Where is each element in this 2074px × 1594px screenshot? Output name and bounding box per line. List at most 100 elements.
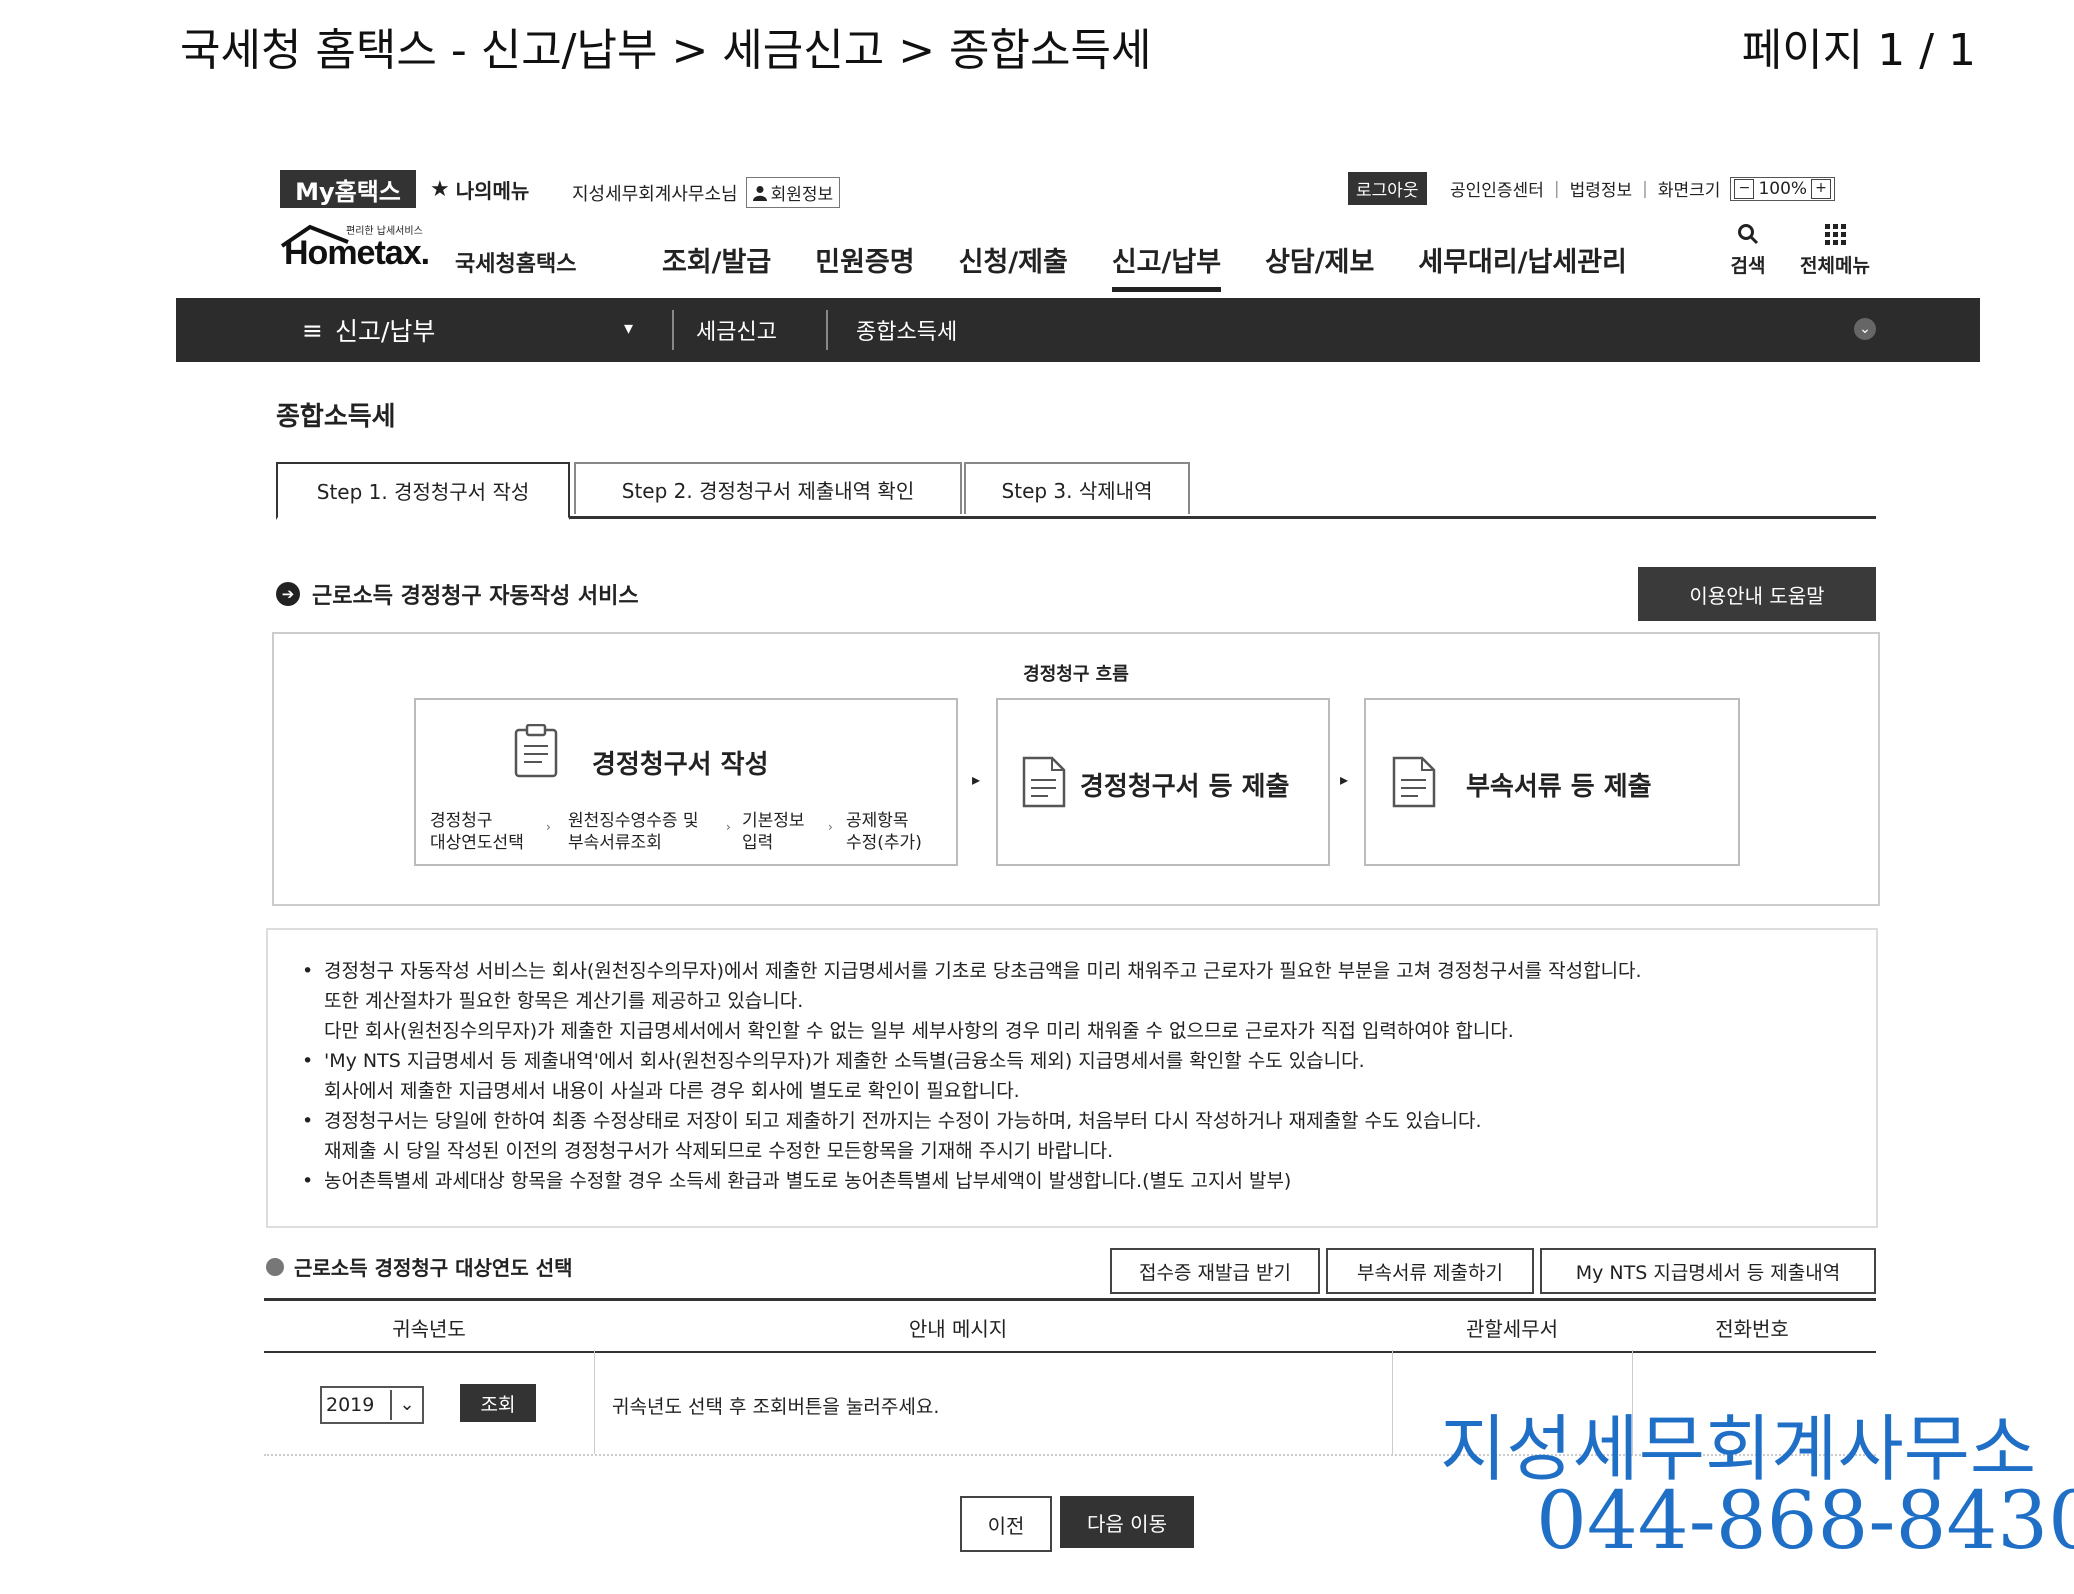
user-name: 지성세무회계사무소님 xyxy=(572,183,738,205)
note-line: 경정청구서는 당일에 한하여 최종 수정상태로 저장이 되고 제출하기 전까지는… xyxy=(324,1110,1482,1132)
all-menu-button[interactable]: 전체메뉴 xyxy=(1790,222,1880,278)
help-guide-button[interactable]: 이용안내 도움말 xyxy=(1638,567,1876,621)
prev-button[interactable]: 이전 xyxy=(960,1496,1052,1552)
cert-center-link[interactable]: 공인인증센터 xyxy=(1450,176,1544,201)
zoom-level: 100% xyxy=(1758,178,1808,199)
flow-step-attachments-title: 부속서류 등 제출 xyxy=(1466,772,1652,802)
search-button[interactable]: 검색 xyxy=(1718,222,1778,278)
zoom-in-button[interactable]: + xyxy=(1811,178,1832,199)
substep-receipt-lookup: 원천징수영수증 및 부속서류조회 xyxy=(568,810,699,854)
search-label: 검색 xyxy=(1730,255,1766,277)
substep-line: 기본정보 xyxy=(742,811,805,831)
document-icon xyxy=(1392,756,1436,808)
chevron-right-icon: › xyxy=(726,820,731,834)
gnb-item-certificate[interactable]: 민원증명 xyxy=(793,240,936,292)
section-heading-text: 근로소득 경정청구 자동작성 서비스 xyxy=(312,584,639,609)
screen-size-label: 화면크기 xyxy=(1657,181,1721,201)
submit-attachments-button[interactable]: 부속서류 제출하기 xyxy=(1326,1248,1534,1294)
print-header-title: 국세청 홈택스 - 신고/납부 > 세금신고 > 종합소득세 xyxy=(180,25,1152,76)
flow-arrow-icon: ▸ xyxy=(1340,770,1349,789)
user-info: 지성세무회계사무소님 회원정보 xyxy=(572,177,841,208)
next-button[interactable]: 다음 이동 xyxy=(1060,1496,1194,1548)
substep-line: 공제항목 xyxy=(846,811,909,831)
member-info-button[interactable]: 회원정보 xyxy=(745,177,841,208)
service-notes: 경정청구 자동작성 서비스는 회사(원천징수의무자)에서 제출한 지급명세서를 … xyxy=(266,928,1878,1228)
tab-step2[interactable]: Step 2. 경정청구서 제출내역 확인 xyxy=(574,462,962,514)
chevron-down-icon: ⌄ xyxy=(390,1390,422,1420)
flow-step-attachments: 부속서류 등 제출 xyxy=(1364,698,1740,866)
note-line: 또한 계산절차가 필요한 항목은 계산기를 제공하고 있습니다. xyxy=(324,990,804,1012)
flow-step-submit: 경정청구서 등 제출 xyxy=(996,698,1330,866)
note-item: 'My NTS 지급명세서 등 제출내역'에서 회사(원천징수의무자)가 제출한… xyxy=(302,1046,1876,1106)
table-header: 귀속년도 안내 메시지 관할세무서 전화번호 xyxy=(264,1298,1876,1353)
divider xyxy=(594,1350,595,1454)
note-line: 회사에서 제출한 지급명세서 내용이 사실과 다른 경우 회사에 별도로 확인이… xyxy=(324,1080,1020,1102)
substep-basic-info: 기본정보 입력 xyxy=(742,810,805,854)
gnb-item-filing[interactable]: 신고/납부 xyxy=(1090,240,1243,292)
clipboard-icon xyxy=(514,724,558,778)
my-nts-history-button[interactable]: My NTS 지급명세서 등 제출내역 xyxy=(1540,1248,1876,1294)
flow-arrow-icon: ▸ xyxy=(972,770,981,789)
watermark-phone: 044-868-8430 xyxy=(1536,1474,2074,1567)
tab-step1[interactable]: Step 1. 경정청구서 작성 xyxy=(276,462,570,520)
zoom-out-button[interactable]: − xyxy=(1734,178,1755,199)
column-header-year: 귀속년도 xyxy=(392,1317,466,1341)
note-line: 농어촌특별세 과세대상 항목을 수정할 경우 소득세 환급과 별도로 농어촌특별… xyxy=(324,1170,1292,1192)
law-info-link[interactable]: 법령정보 xyxy=(1570,176,1633,201)
document-icon xyxy=(1022,756,1066,808)
search-icon xyxy=(1738,224,1759,245)
all-menu-label: 전체메뉴 xyxy=(1800,255,1870,277)
my-menu-button[interactable]: ★ 나의메뉴 xyxy=(430,175,529,204)
gnb-item-application[interactable]: 신청/제출 xyxy=(937,240,1090,292)
year-select[interactable]: 2019 ⌄ xyxy=(320,1386,424,1424)
person-icon xyxy=(752,185,767,201)
chevron-right-icon: › xyxy=(546,820,551,834)
receipt-reissue-button[interactable]: 접수증 재발급 받기 xyxy=(1110,1248,1320,1294)
hometax-logo[interactable]: 편리한 납세서비스 Hometax. 국세청홈택스 xyxy=(278,222,598,282)
chevron-down-icon[interactable]: ⌄ xyxy=(1854,318,1876,340)
note-line: 'My NTS 지급명세서 등 제출내역'에서 회사(원천징수의무자)가 제출한… xyxy=(324,1050,1365,1072)
chevron-right-icon: › xyxy=(828,820,833,834)
divider xyxy=(672,310,674,350)
note-line: 경정청구 자동작성 서비스는 회사(원천징수의무자)에서 제출한 지급명세서를 … xyxy=(324,960,1642,982)
separator: | xyxy=(1553,178,1560,199)
bullet-circle-icon xyxy=(266,1257,284,1276)
my-hometax-button[interactable]: My홈택스 xyxy=(280,170,416,208)
local-nav-bar: ≡ 신고/납부 ▾ 세금신고 종합소득세 ⌄ xyxy=(176,298,1980,362)
flow-step-submit-title: 경정청구서 등 제출 xyxy=(1080,772,1290,802)
step-tabs: Step 1. 경정청구서 작성 Step 2. 경정청구서 제출내역 확인 S… xyxy=(276,462,1876,520)
substep-line: 대상연도선택 xyxy=(430,833,524,853)
note-item: 농어촌특별세 과세대상 항목을 수정할 경우 소득세 환급과 별도로 농어촌특별… xyxy=(302,1166,1876,1196)
gnb-item-agency[interactable]: 세무대리/납세관리 xyxy=(1396,240,1649,292)
global-nav: 조회/발급 민원증명 신청/제출 신고/납부 상담/제보 세무대리/납세관리 xyxy=(640,240,1649,292)
correction-flow-box: 경정청구 흐름 경정청구서 작성 경정청구 대상연도선택 › 원천징수영수증 및… xyxy=(272,632,1880,906)
my-menu-label: 나의메뉴 xyxy=(455,179,530,203)
column-header-phone: 전화번호 xyxy=(1715,1317,1789,1341)
lnb-menu-button[interactable]: ≡ 신고/납부 xyxy=(302,312,435,348)
dropdown-arrow-icon[interactable]: ▾ xyxy=(624,318,633,339)
breadcrumb-tax-filing[interactable]: 세금신고 xyxy=(696,314,777,346)
logo-wordmark: Hometax. xyxy=(284,234,430,272)
gnb-item-consult[interactable]: 상담/제보 xyxy=(1243,240,1396,292)
breadcrumb-income-tax[interactable]: 종합소득세 xyxy=(856,314,957,346)
lookup-button[interactable]: 조회 xyxy=(460,1384,536,1422)
year-section-heading-text: 근로소득 경정청구 대상연도 선택 xyxy=(294,1256,573,1280)
hamburger-icon: ≡ xyxy=(302,315,323,345)
column-header-message: 안내 메시지 xyxy=(908,1317,1008,1341)
section-heading: ➔ 근로소득 경정청구 자동작성 서비스 xyxy=(276,578,639,610)
tab-step3[interactable]: Step 3. 삭제내역 xyxy=(964,462,1190,514)
grid-icon xyxy=(1825,224,1846,245)
note-line: 재제출 시 당일 작성된 이전의 경정청구서가 삭제되므로 수정한 모든항목을 … xyxy=(324,1140,1114,1162)
star-icon: ★ xyxy=(430,177,450,202)
substep-line: 수정(추가) xyxy=(846,833,922,853)
substep-line: 경정청구 xyxy=(430,811,493,831)
divider xyxy=(1392,1350,1393,1454)
gnb-item-inquiry[interactable]: 조회/발급 xyxy=(640,240,793,292)
print-page-number: 페이지 1 / 1 xyxy=(1741,25,1976,76)
logo-subtitle: 국세청홈택스 xyxy=(455,252,577,277)
note-line: 다만 회사(원천징수의무자)가 제출한 지급명세서에서 확인할 수 없는 일부 … xyxy=(324,1020,1514,1042)
logout-button[interactable]: 로그아웃 xyxy=(1348,172,1427,205)
column-header-tax-office: 관할세무서 xyxy=(1466,1317,1558,1341)
page-title: 종합소득세 xyxy=(276,402,396,432)
substep-year-select: 경정청구 대상연도선택 xyxy=(430,810,524,854)
